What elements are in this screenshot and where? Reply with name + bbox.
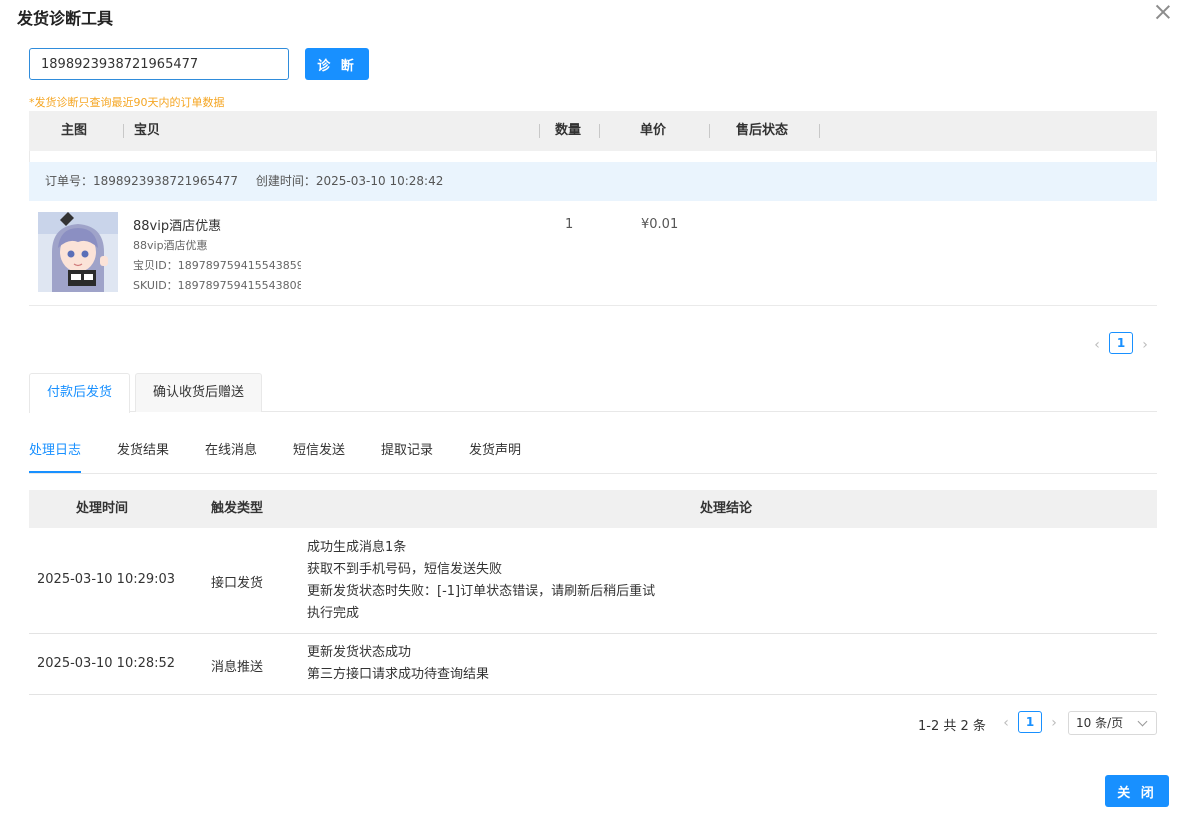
item-quantity: 1 xyxy=(565,217,574,232)
item-subtitle: 88vip酒店优惠 xyxy=(133,239,208,252)
prev-page-icon[interactable]: ‹ xyxy=(999,711,1013,735)
tab-process-log[interactable]: 处理日志 xyxy=(29,437,82,473)
log-result: 更新发货状态成功 第三方接口请求成功待查询结果 xyxy=(307,642,489,686)
pagination-total: 1-2 共 2 条 xyxy=(918,719,986,734)
col-header-time: 处理时间 xyxy=(76,501,129,516)
col-divider xyxy=(709,124,710,138)
next-page-icon[interactable]: › xyxy=(1047,711,1061,735)
table-row: 2025-03-10 10:28:52 消息推送 更新发货状态成功 第三方接口请… xyxy=(29,634,1157,695)
tab-confirm-gift[interactable]: 确认收货后赠送 xyxy=(135,373,263,412)
tab-pay-delivery[interactable]: 付款后发货 xyxy=(29,373,131,413)
col-header-type: 触发类型 xyxy=(211,501,264,516)
page-size-select[interactable]: 10 条/页 xyxy=(1068,711,1157,735)
goods-table-header: 主图 宝贝 数量 单价 售后状态 xyxy=(29,111,1157,151)
col-divider xyxy=(539,124,540,138)
col-divider xyxy=(819,124,820,138)
query-range-tip: *发货诊断只查询最近90天内的订单数据 xyxy=(29,96,225,109)
log-time: 2025-03-10 10:28:52 xyxy=(37,656,176,671)
log-table-header: 处理时间 触发类型 处理结论 xyxy=(29,490,1157,528)
col-header-image: 主图 xyxy=(61,123,88,138)
page-1-button[interactable]: 1 xyxy=(1109,332,1133,354)
chevron-down-icon xyxy=(1137,716,1148,727)
col-header-price: 单价 xyxy=(640,123,667,138)
product-thumbnail xyxy=(38,212,118,292)
table-row: 2025-03-10 10:29:03 接口发货 成功生成消息1条 获取不到手机… xyxy=(29,528,1157,634)
col-header-qty: 数量 xyxy=(555,123,582,138)
log-result-line: 第三方接口请求成功待查询结果 xyxy=(307,667,490,682)
goods-row: 88vip酒店优惠 88vip酒店优惠 宝贝ID：189789759415543… xyxy=(29,201,1157,306)
log-type: 消息推送 xyxy=(211,660,264,675)
tab-delivery-result[interactable]: 发货结果 xyxy=(117,437,169,473)
order-info-bar: 订单号：1898923938721965477 创建时间：2025-03-10 … xyxy=(29,162,1157,201)
log-tabs: 处理日志 发货结果 在线消息 短信发送 提取记录 发货声明 xyxy=(29,437,1157,474)
tab-extract-record[interactable]: 提取记录 xyxy=(381,437,433,473)
dialog-title: 发货诊断工具 xyxy=(17,9,114,28)
tab-sms-send[interactable]: 短信发送 xyxy=(293,437,345,473)
item-price: ¥0.01 xyxy=(641,217,679,232)
col-divider xyxy=(123,124,124,138)
col-header-after-sale: 售后状态 xyxy=(736,123,789,138)
sku-id: SKUID：1897897594155438081 xyxy=(133,279,301,292)
next-page-icon[interactable]: › xyxy=(1138,333,1152,357)
close-icon[interactable] xyxy=(1154,3,1172,21)
col-header-item: 宝贝 xyxy=(134,123,161,138)
page-1-button[interactable]: 1 xyxy=(1018,711,1042,733)
prev-page-icon[interactable]: ‹ xyxy=(1090,333,1104,357)
log-type: 接口发货 xyxy=(211,576,264,591)
log-result: 成功生成消息1条 获取不到手机号码，短信发送失败 更新发货状态时失败：[-1]订… xyxy=(307,537,655,625)
log-result-line: 成功生成消息1条 xyxy=(307,540,407,555)
log-result-line: 更新发货状态时失败：[-1]订单状态错误，请刷新后稍后重试 xyxy=(307,584,656,599)
close-button[interactable]: 关 闭 xyxy=(1105,775,1169,807)
log-time: 2025-03-10 10:29:03 xyxy=(37,572,176,587)
log-result-line: 执行完成 xyxy=(307,606,360,621)
item-title: 88vip酒店优惠 xyxy=(133,219,222,234)
item-id: 宝贝ID：1897897594155438592 xyxy=(133,259,301,272)
log-result-line: 获取不到手机号码，短信发送失败 xyxy=(307,562,503,577)
order-number-input[interactable] xyxy=(29,48,289,80)
col-divider xyxy=(599,124,600,138)
page-size-value: 10 条/页 xyxy=(1076,716,1124,730)
diagnose-button[interactable]: 诊 断 xyxy=(305,48,369,80)
tab-online-message[interactable]: 在线消息 xyxy=(205,437,257,473)
delivery-mode-tabs: 付款后发货 确认收货后赠送 xyxy=(29,373,1157,413)
col-header-result: 处理结论 xyxy=(700,501,753,516)
table-spacer xyxy=(29,151,1157,162)
tab-delivery-statement[interactable]: 发货声明 xyxy=(469,437,521,473)
order-number: 订单号：1898923938721965477 xyxy=(45,174,239,188)
order-created-time: 创建时间：2025-03-10 10:28:42 xyxy=(255,174,444,188)
log-result-line: 更新发货状态成功 xyxy=(307,645,412,660)
